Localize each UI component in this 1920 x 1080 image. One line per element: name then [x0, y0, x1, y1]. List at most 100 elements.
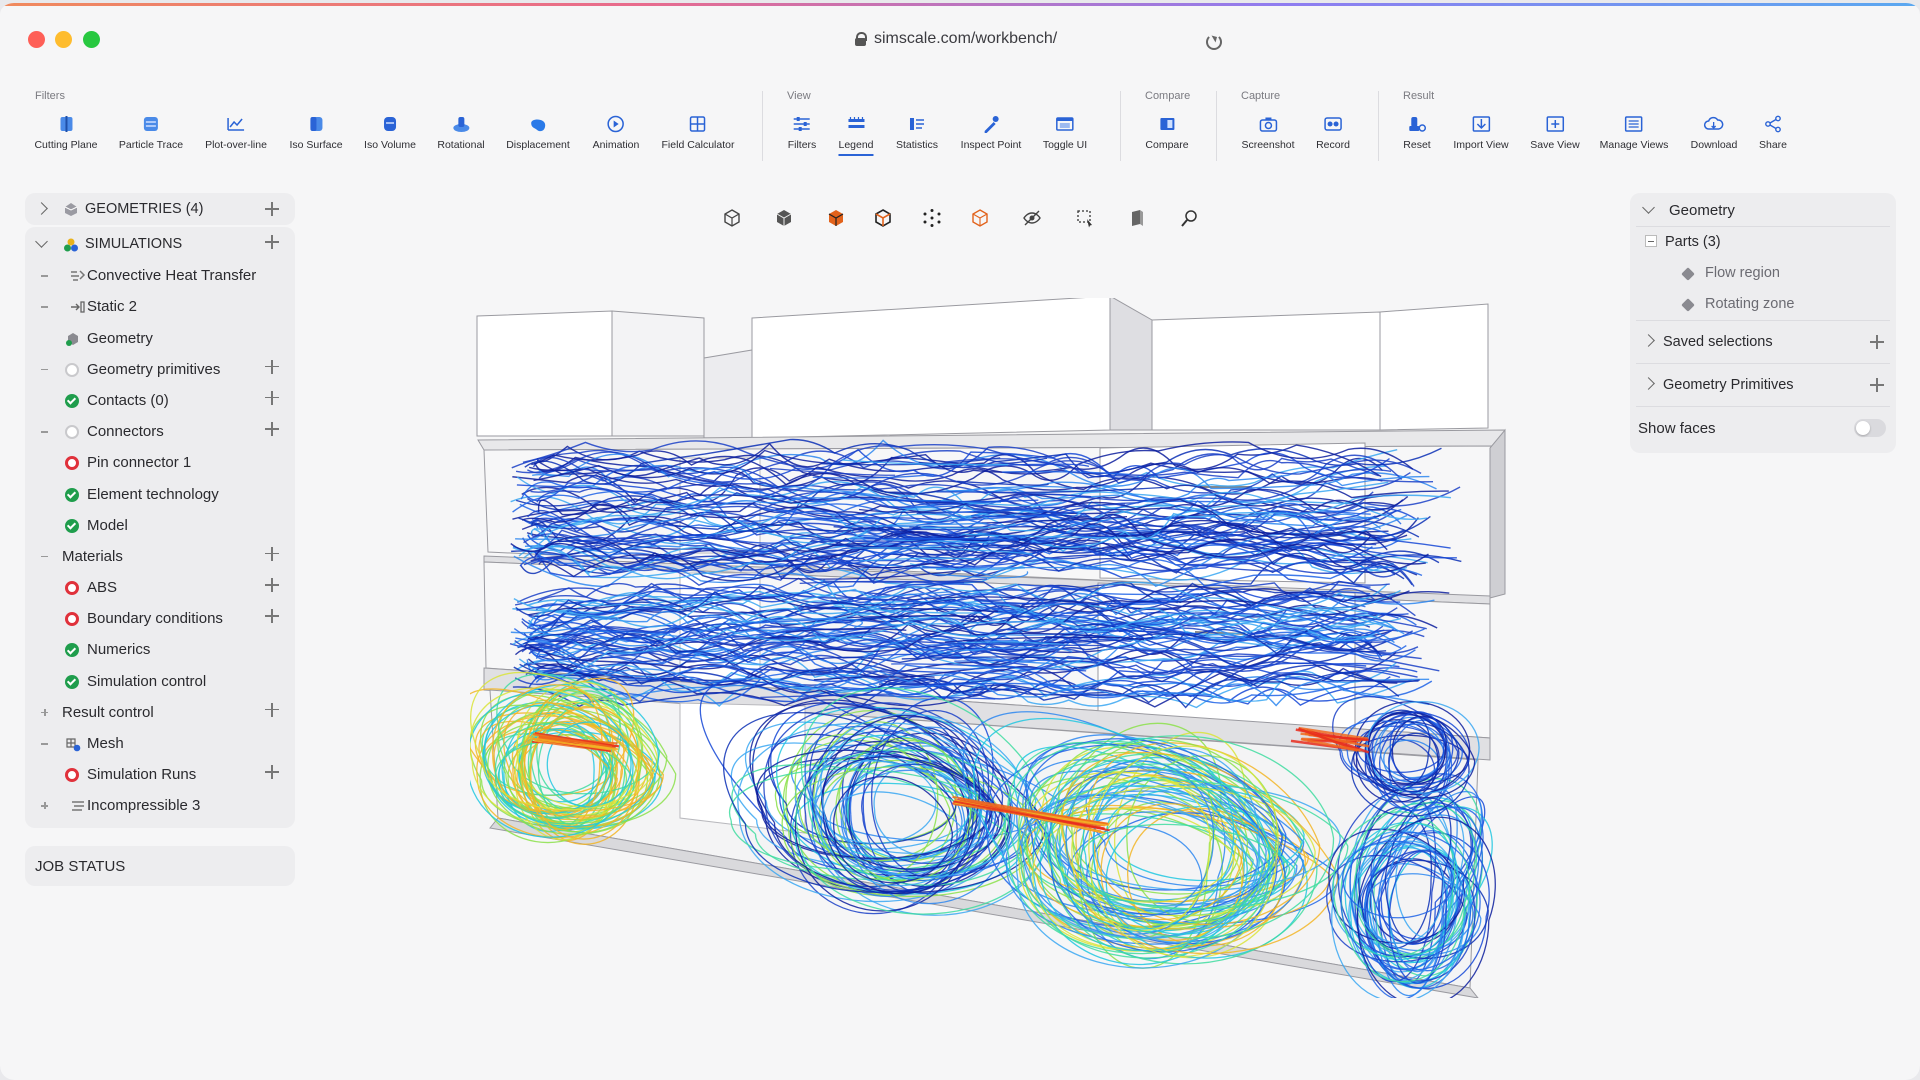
save-view-label: Save View — [1530, 139, 1580, 151]
rotational-button[interactable]: Rotational — [437, 115, 485, 151]
tree-item[interactable]: Simulation Runs — [25, 759, 295, 790]
compare-button[interactable]: Compare — [1145, 115, 1189, 151]
collapse-icon[interactable] — [41, 431, 48, 433]
hide-icon[interactable] — [1017, 203, 1047, 233]
points-cube-icon[interactable] — [917, 203, 947, 233]
add-icon[interactable] — [265, 359, 279, 374]
cutting-plane-button[interactable]: Cutting Plane — [34, 115, 98, 151]
add-icon[interactable] — [265, 390, 279, 405]
tree-item[interactable]: Numerics — [25, 634, 295, 665]
tree-item[interactable]: Pin connector 1 — [25, 447, 295, 478]
part-item-rotating-zone[interactable]: Rotating zone — [1630, 289, 1896, 320]
collapse-icon[interactable] — [41, 743, 48, 745]
add-icon[interactable] — [265, 702, 279, 717]
legend-button[interactable]: Legend — [838, 115, 874, 156]
tree-item[interactable]: Model — [25, 510, 295, 541]
address-bar[interactable]: simscale.com/workbench/ — [855, 30, 1057, 48]
iso-view-icon[interactable] — [717, 203, 747, 233]
minimize-window-button[interactable] — [55, 31, 72, 48]
inspect-point-button[interactable]: Inspect Point — [961, 115, 1021, 151]
probe-icon[interactable] — [1174, 203, 1204, 233]
manage-views-button[interactable]: Manage Views — [1600, 115, 1668, 151]
statistics-button[interactable]: Statistics — [896, 115, 938, 151]
tree-item[interactable]: Contacts (0) — [25, 385, 295, 416]
tree-item-label: Pin connector 1 — [87, 454, 192, 472]
toggle-ui-button[interactable]: Toggle UI — [1043, 115, 1087, 151]
iso-volume-button[interactable]: Iso Volume — [364, 115, 416, 151]
tree-item[interactable]: Geometry — [25, 323, 295, 354]
tree-item-label: Boundary conditions — [87, 610, 223, 628]
geometry-header-row[interactable]: Geometry — [1630, 195, 1896, 226]
share-button[interactable]: Share — [1759, 115, 1787, 151]
download-button[interactable]: Download — [1691, 115, 1737, 151]
tree-item[interactable]: Convective Heat Transfer — [25, 260, 295, 291]
chevron-down-icon[interactable] — [1642, 201, 1655, 214]
simulations-header-row[interactable]: SIMULATIONS — [25, 229, 295, 260]
add-simulation-icon[interactable] — [265, 235, 279, 249]
particle-trace-button[interactable]: Particle Trace — [119, 115, 183, 151]
parts-row[interactable]: Parts (3) — [1630, 227, 1896, 258]
add-primitive-icon[interactable] — [1870, 378, 1884, 392]
chevron-right-icon[interactable] — [35, 202, 48, 215]
record-button[interactable]: Record — [1316, 115, 1350, 151]
displacement-button[interactable]: Displacement — [506, 115, 570, 151]
geometries-section[interactable]: GEOMETRIES (4) — [25, 193, 295, 225]
collapse-icon[interactable] — [41, 275, 48, 277]
collapse-icon[interactable] — [1645, 235, 1657, 247]
static-icon — [70, 299, 86, 315]
tree-item[interactable]: Connectors — [25, 416, 295, 447]
tree-item[interactable]: Simulation control — [25, 666, 295, 697]
maximize-window-button[interactable] — [83, 31, 100, 48]
group-label-capture: Capture — [1241, 90, 1281, 102]
collapse-icon[interactable] — [41, 555, 48, 558]
add-icon[interactable] — [265, 609, 279, 624]
import-view-button[interactable]: Import View — [1453, 115, 1509, 151]
tree-item[interactable]: Boundary conditions — [25, 603, 295, 634]
add-icon[interactable] — [265, 578, 279, 593]
add-icon[interactable] — [265, 422, 279, 437]
add-selection-icon[interactable] — [1870, 335, 1884, 349]
surfaces-cube-icon[interactable] — [821, 203, 851, 233]
tree-item[interactable]: Materials — [25, 541, 295, 572]
add-icon[interactable] — [265, 765, 279, 780]
part-cube-icon — [1681, 298, 1695, 312]
iso-surface-button[interactable]: Iso Surface — [289, 115, 343, 151]
tree-item-label: Element technology — [87, 485, 219, 503]
animation-button[interactable]: Animation — [593, 115, 639, 151]
reset-button[interactable]: Reset — [1403, 115, 1431, 151]
tree-item[interactable]: Result control — [25, 697, 295, 728]
collapse-icon[interactable] — [41, 306, 48, 308]
statistics-icon — [907, 115, 927, 133]
solid-cube-icon[interactable] — [769, 203, 799, 233]
geometry-primitives-row[interactable]: Geometry Primitives — [1630, 364, 1896, 406]
tree-item[interactable]: Geometry primitives — [25, 354, 295, 385]
part-item-flow-region[interactable]: Flow region — [1630, 258, 1896, 289]
flow-visualization[interactable] — [457, 295, 1510, 1007]
saved-selections-row[interactable]: Saved selections — [1630, 321, 1896, 363]
simulation-viewport[interactable] — [457, 295, 1510, 1007]
close-window-button[interactable] — [28, 31, 45, 48]
tree-item[interactable]: ABS — [25, 572, 295, 603]
field-calculator-button[interactable]: Field Calculator — [662, 115, 734, 151]
screenshot-button[interactable]: Screenshot — [1241, 115, 1295, 151]
transparency-icon[interactable] — [1122, 203, 1152, 233]
chevron-right-icon[interactable] — [1642, 334, 1655, 347]
reload-icon[interactable] — [1206, 34, 1222, 50]
tree-item[interactable]: Static 2 — [25, 291, 295, 322]
chevron-down-icon[interactable] — [35, 235, 48, 248]
show-faces-toggle[interactable] — [1854, 419, 1886, 437]
tree-item[interactable]: Mesh — [25, 728, 295, 759]
add-icon[interactable] — [265, 546, 279, 561]
box-select-icon[interactable] — [1070, 203, 1100, 233]
job-status-panel[interactable]: JOB STATUS — [25, 846, 295, 886]
chevron-right-icon[interactable] — [1642, 377, 1655, 390]
add-geometry-icon[interactable] — [265, 202, 279, 216]
collapse-icon[interactable] — [41, 368, 48, 371]
plot-over-line-button[interactable]: Plot-over-line — [205, 115, 267, 151]
tree-item[interactable]: Element technology — [25, 479, 295, 510]
save-view-button[interactable]: Save View — [1530, 115, 1580, 151]
filters-button[interactable]: Filters — [788, 115, 816, 151]
edges-cube-icon[interactable] — [868, 203, 898, 233]
wireframe-cube-icon[interactable] — [965, 203, 995, 233]
tree-item[interactable]: Incompressible 3 — [25, 790, 295, 821]
